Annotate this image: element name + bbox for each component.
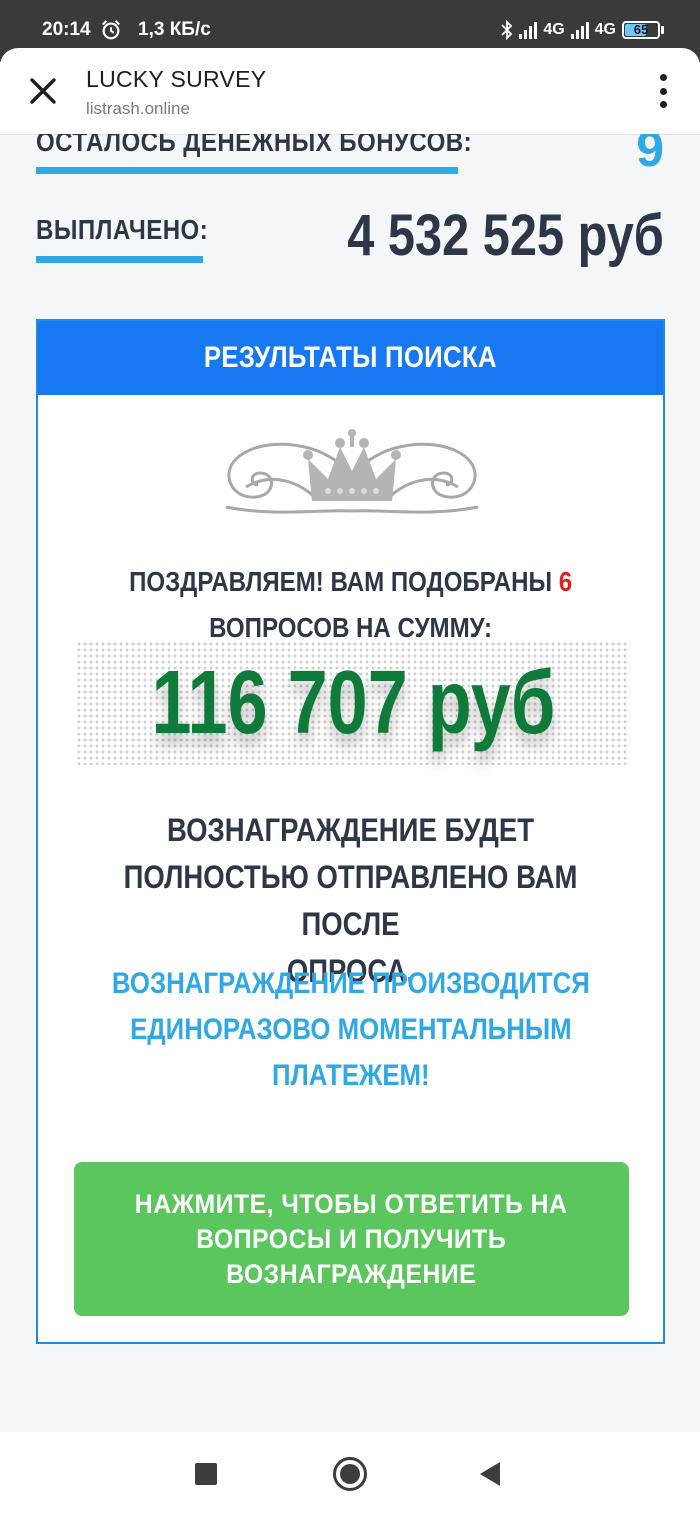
network-type-2: 4G [594, 21, 616, 38]
network-type-1: 4G [543, 21, 565, 38]
bonuses-label: ОСТАЛОСЬ ДЕНЕЖНЫХ БОНУСОВ: [36, 134, 473, 157]
page-content: ОСТАЛОСЬ ДЕНЕЖНЫХ БОНУСОВ: 9 ВЫПЛАЧЕНО: … [0, 134, 700, 1432]
congrats-text: ПОЗДРАВЛЯЕМ! ВАМ ПОДОБРАНЫ [128, 566, 552, 597]
questions-count: 6 [558, 566, 573, 597]
recent-apps-icon[interactable] [195, 1463, 217, 1485]
paid-label: ВЫПЛАЧЕНО: [36, 214, 209, 245]
search-results-panel: РЕЗУЛЬТАТЫ ПОИСКА ПОЗДРАВЛЯЕМ! ВАМ ПОДОБ… [36, 319, 665, 1344]
battery-level: 65 [633, 22, 649, 37]
instant-payment-info: ВОЗНАГРАЖДЕНИЕ ПРОИЗВОДИТСЯ ЕДИНОРАЗОВО … [111, 967, 590, 1092]
crown-ornament-icon [225, 429, 479, 514]
battery-icon: 65 [622, 21, 664, 39]
panel-header: РЕЗУЛЬТАТЫ ПОИСКА [38, 321, 663, 395]
status-time: 20:14 [42, 19, 91, 40]
paid-underline [36, 256, 203, 263]
close-icon[interactable] [24, 72, 62, 110]
congrats-message: ПОЗДРАВЛЯЕМ! ВАМ ПОДОБРАНЫ 6 ВОПРОСОВ НА… [38, 559, 663, 651]
paid-value: 4 532 525 руб [347, 203, 664, 268]
alarm-icon [102, 20, 120, 40]
signal-icon-2 [570, 21, 589, 39]
reward-amount: 116 707 руб [151, 653, 555, 753]
network-speed: 1,3 КБ/с [138, 19, 211, 40]
answer-questions-button[interactable]: НАЖМИТЕ, ЧТОБЫ ОТВЕТИТЬ НА ВОПРОСЫ И ПОЛ… [74, 1162, 629, 1316]
more-options-icon[interactable] [656, 74, 670, 108]
browser-header: LUCKY SURVEY listrash.online [0, 48, 700, 134]
home-icon[interactable] [333, 1457, 367, 1491]
page-url: listrash.online [86, 99, 190, 118]
system-nav-bar [0, 1432, 700, 1516]
congrats-suffix: ВОПРОСОВ НА СУММУ: [209, 612, 492, 643]
bonuses-underline [36, 167, 458, 174]
signal-icon [519, 21, 538, 39]
back-icon[interactable] [480, 1462, 500, 1486]
amount-box: 116 707 руб [76, 641, 630, 765]
page-title: LUCKY SURVEY [86, 66, 267, 92]
bonuses-value: 9 [636, 134, 664, 177]
bluetooth-icon [501, 20, 513, 40]
status-icons: 4G 4G 65 [501, 18, 664, 42]
